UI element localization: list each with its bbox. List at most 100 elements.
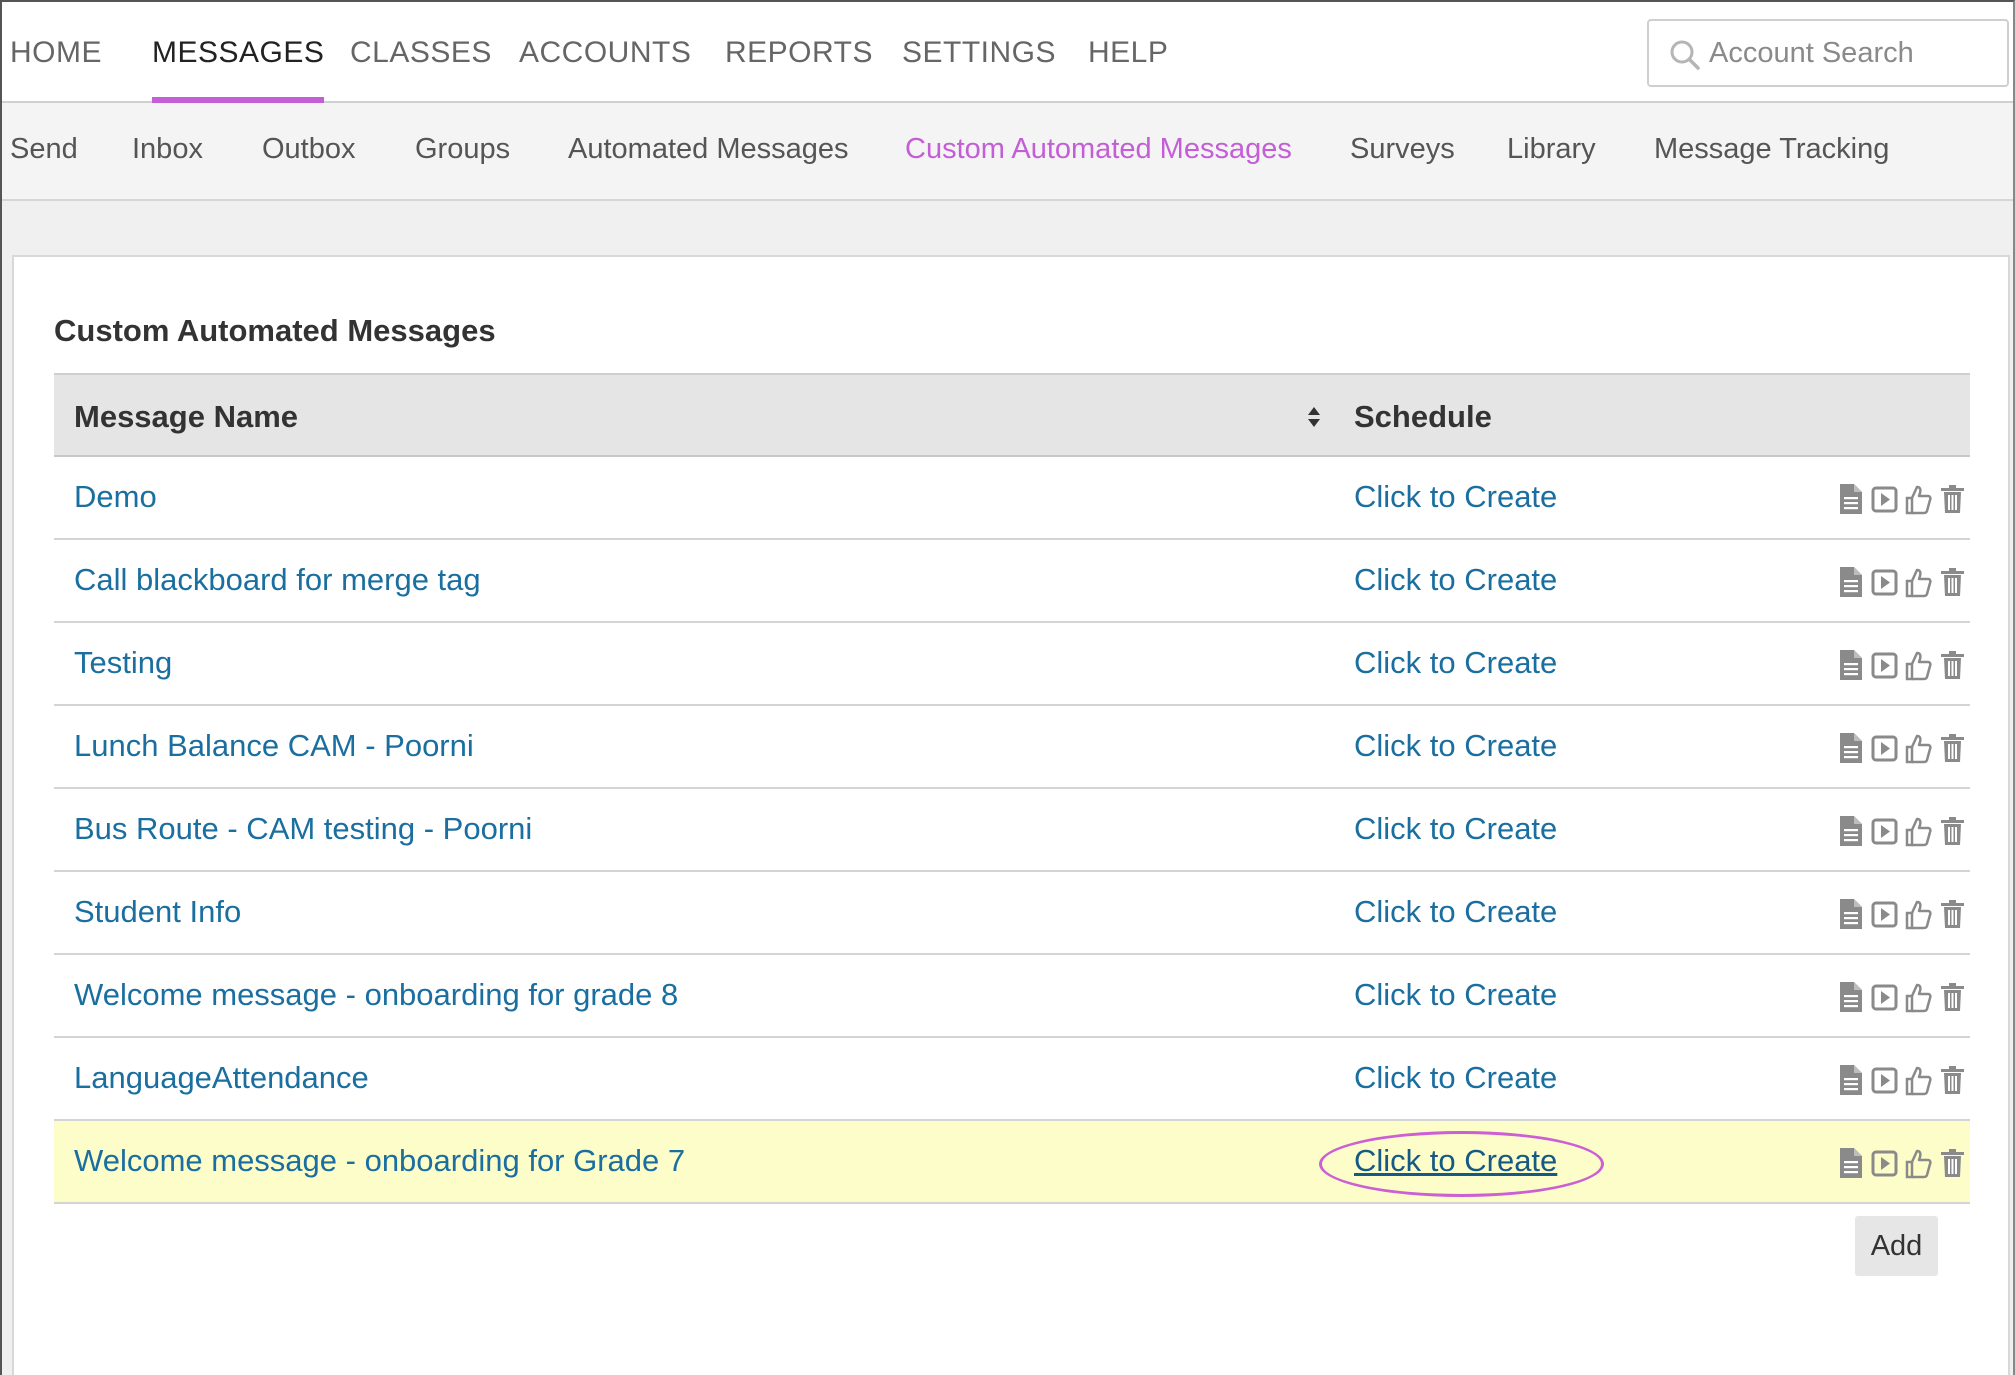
subnav-surveys[interactable]: Surveys	[1350, 133, 1455, 166]
thumbs-up-icon[interactable]	[1905, 1064, 1932, 1096]
subnav-inbox[interactable]: Inbox	[132, 133, 203, 166]
row-actions	[1837, 898, 1966, 930]
message-name-link[interactable]: Demo	[74, 479, 157, 515]
row-actions	[1837, 566, 1966, 598]
topnav-reports[interactable]: REPORTS	[725, 36, 873, 104]
table-row: Testing Click to Create	[54, 623, 1970, 706]
schedule-create-link[interactable]: Click to Create	[1354, 479, 1557, 515]
table-row: Welcome message - onboarding for grade 8…	[54, 955, 1970, 1038]
thumbs-up-icon[interactable]	[1905, 649, 1932, 681]
document-icon[interactable]	[1837, 981, 1864, 1013]
topnav-accounts[interactable]: ACCOUNTS	[519, 36, 691, 104]
search-icon	[1670, 40, 1700, 70]
row-actions	[1837, 1064, 1966, 1096]
trash-icon[interactable]	[1939, 483, 1966, 515]
message-name-link[interactable]: Welcome message - onboarding for grade 8	[74, 977, 678, 1013]
thumbs-up-icon[interactable]	[1905, 815, 1932, 847]
thumbs-up-icon[interactable]	[1905, 981, 1932, 1013]
subnav-send[interactable]: Send	[10, 133, 78, 166]
trash-icon[interactable]	[1939, 1147, 1966, 1179]
sort-icon[interactable]	[1307, 405, 1321, 429]
sub-navigation: Send Inbox Outbox Groups Automated Messa…	[2, 103, 2013, 201]
trash-icon[interactable]	[1939, 815, 1966, 847]
document-icon[interactable]	[1837, 566, 1864, 598]
message-name-link[interactable]: Call blackboard for merge tag	[74, 562, 481, 598]
row-actions	[1837, 649, 1966, 681]
table-row: Bus Route - CAM testing - Poorni Click t…	[54, 789, 1970, 872]
message-name-link[interactable]: LanguageAttendance	[74, 1060, 369, 1096]
trash-icon[interactable]	[1939, 898, 1966, 930]
message-name-link[interactable]: Lunch Balance CAM - Poorni	[74, 728, 474, 764]
schedule-create-link[interactable]: Click to Create	[1354, 1060, 1557, 1096]
custom-automated-messages-panel: Custom Automated Messages Message Name S…	[12, 255, 2010, 1375]
row-actions	[1837, 483, 1966, 515]
top-navigation: HOME MESSAGES CLASSES ACCOUNTS REPORTS S…	[2, 2, 2013, 104]
trash-icon[interactable]	[1939, 649, 1966, 681]
play-icon[interactable]	[1871, 1147, 1898, 1179]
table-row: Lunch Balance CAM - Poorni Click to Crea…	[54, 706, 1970, 789]
schedule-create-link[interactable]: Click to Create	[1354, 562, 1557, 598]
play-icon[interactable]	[1871, 1064, 1898, 1096]
subnav-library[interactable]: Library	[1507, 133, 1596, 166]
topnav-help[interactable]: HELP	[1088, 36, 1168, 104]
app-frame: HOME MESSAGES CLASSES ACCOUNTS REPORTS S…	[0, 0, 2015, 1375]
play-icon[interactable]	[1871, 815, 1898, 847]
messages-table: Message Name Schedule Demo Click to Crea…	[54, 373, 1970, 1204]
table-row: Call blackboard for merge tag Click to C…	[54, 540, 1970, 623]
message-name-link[interactable]: Bus Route - CAM testing - Poorni	[74, 811, 532, 847]
subnav-outbox[interactable]: Outbox	[262, 133, 356, 166]
column-header-schedule: Schedule	[1354, 399, 1492, 434]
thumbs-up-icon[interactable]	[1905, 1147, 1932, 1179]
play-icon[interactable]	[1871, 566, 1898, 598]
document-icon[interactable]	[1837, 898, 1864, 930]
play-icon[interactable]	[1871, 483, 1898, 515]
thumbs-up-icon[interactable]	[1905, 483, 1932, 515]
document-icon[interactable]	[1837, 1064, 1864, 1096]
page-title: Custom Automated Messages	[54, 313, 496, 348]
schedule-create-link[interactable]: Click to Create	[1354, 894, 1557, 930]
play-icon[interactable]	[1871, 649, 1898, 681]
table-row: Student Info Click to Create	[54, 872, 1970, 955]
document-icon[interactable]	[1837, 483, 1864, 515]
thumbs-up-icon[interactable]	[1905, 732, 1932, 764]
schedule-create-link[interactable]: Click to Create	[1354, 977, 1557, 1013]
column-header-message-name[interactable]: Message Name	[74, 399, 298, 435]
message-name-link[interactable]: Welcome message - onboarding for Grade 7	[74, 1143, 685, 1179]
account-search-input[interactable]	[1709, 27, 1999, 79]
document-icon[interactable]	[1837, 815, 1864, 847]
account-search[interactable]	[1647, 19, 2009, 87]
row-actions	[1837, 732, 1966, 764]
topnav-settings[interactable]: SETTINGS	[902, 36, 1056, 104]
document-icon[interactable]	[1837, 649, 1864, 681]
row-actions	[1837, 981, 1966, 1013]
trash-icon[interactable]	[1939, 1064, 1966, 1096]
table-header: Message Name Schedule	[54, 373, 1970, 457]
schedule-create-link[interactable]: Click to Create	[1354, 811, 1557, 847]
play-icon[interactable]	[1871, 981, 1898, 1013]
table-body: Demo Click to Create Call blackboard for…	[54, 457, 1970, 1204]
document-icon[interactable]	[1837, 732, 1864, 764]
document-icon[interactable]	[1837, 1147, 1864, 1179]
schedule-create-link[interactable]: Click to Create	[1354, 1143, 1557, 1179]
play-icon[interactable]	[1871, 732, 1898, 764]
trash-icon[interactable]	[1939, 732, 1966, 764]
thumbs-up-icon[interactable]	[1905, 566, 1932, 598]
add-button[interactable]: Add	[1855, 1216, 1938, 1276]
subnav-automated-messages[interactable]: Automated Messages	[568, 133, 848, 166]
message-name-link[interactable]: Testing	[74, 645, 172, 681]
message-name-link[interactable]: Student Info	[74, 894, 241, 930]
trash-icon[interactable]	[1939, 566, 1966, 598]
row-actions	[1837, 1147, 1966, 1179]
topnav-messages[interactable]: MESSAGES	[152, 36, 325, 104]
topnav-home[interactable]: HOME	[10, 36, 102, 104]
trash-icon[interactable]	[1939, 981, 1966, 1013]
subnav-message-tracking[interactable]: Message Tracking	[1654, 133, 1889, 166]
thumbs-up-icon[interactable]	[1905, 898, 1932, 930]
schedule-create-link[interactable]: Click to Create	[1354, 728, 1557, 764]
table-row: LanguageAttendance Click to Create	[54, 1038, 1970, 1121]
subnav-custom-automated-messages[interactable]: Custom Automated Messages	[905, 133, 1292, 166]
play-icon[interactable]	[1871, 898, 1898, 930]
topnav-classes[interactable]: CLASSES	[350, 36, 492, 104]
subnav-groups[interactable]: Groups	[415, 133, 510, 166]
schedule-create-link[interactable]: Click to Create	[1354, 645, 1557, 681]
